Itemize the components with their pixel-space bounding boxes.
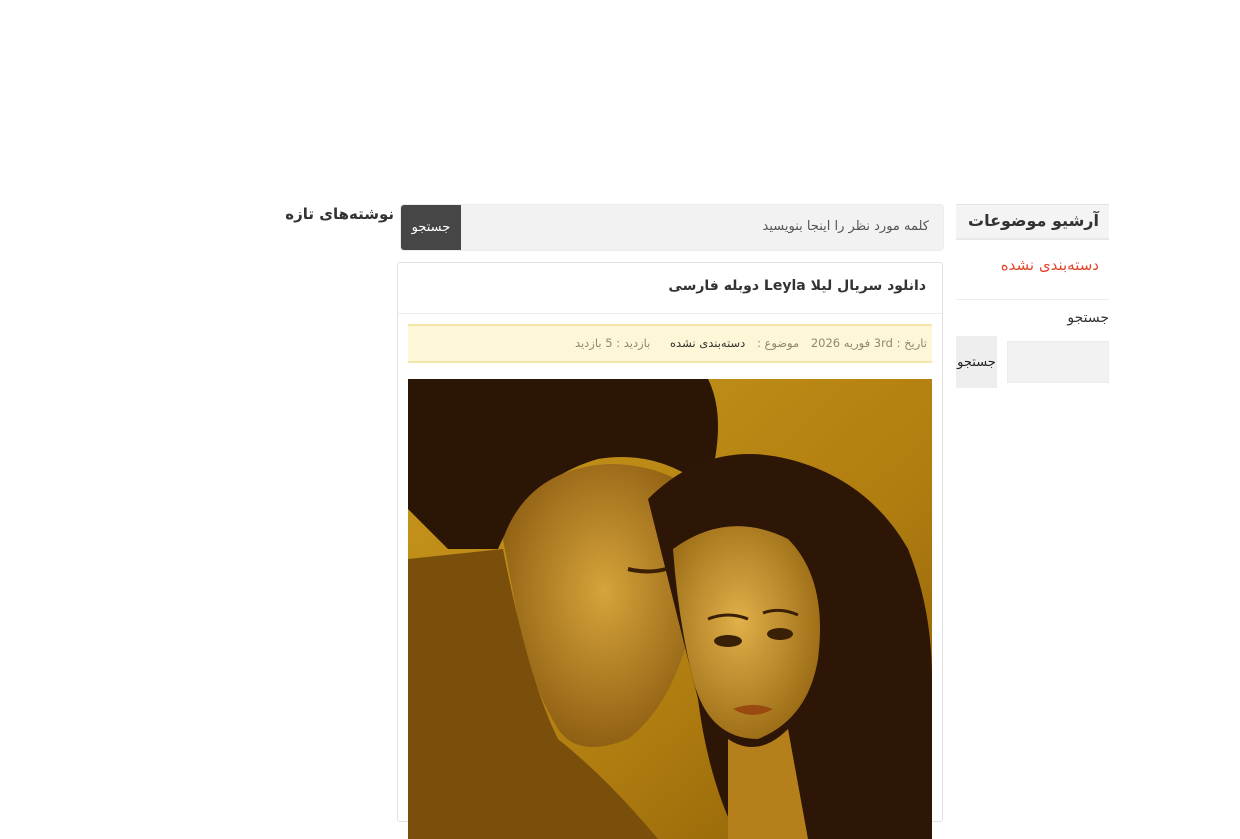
search-input[interactable]: کلمه مورد نظر را اینجا بنویسید: [763, 219, 929, 234]
sidebar: آرشیو موضوعات دسته‌بندی نشده جستجو جستجو: [956, 204, 1109, 393]
post-date: تاریخ : 3rd فوریه 2026: [810, 336, 927, 350]
search-bar: جستجو کلمه مورد نظر را اینجا بنویسید: [400, 204, 944, 251]
sidebar-search-label: جستجو: [1067, 310, 1109, 326]
post-views: بازدید : 5 بازدید: [574, 336, 651, 350]
post-image[interactable]: [408, 379, 932, 839]
recent-posts-title: نوشته‌های تازه: [285, 205, 394, 223]
post-category-link[interactable]: دسته‌بندی نشده: [670, 336, 745, 350]
post-category-label: موضوع :: [756, 336, 800, 350]
category-link-uncategorized[interactable]: دسته‌بندی نشده: [956, 240, 1109, 300]
post-title[interactable]: دانلود سریال لیلا Leyla دوبله فارسی: [398, 263, 942, 314]
sidebar-search-form: جستجو: [956, 333, 1109, 393]
sidebar-search-button[interactable]: جستجو: [956, 336, 997, 388]
sidebar-search-input[interactable]: [1007, 341, 1109, 383]
post-category: موضوع : دسته‌بندی نشده: [662, 336, 799, 350]
poster-illustration: [408, 379, 932, 839]
search-button[interactable]: جستجو: [401, 205, 461, 250]
post-card: دانلود سریال لیلا Leyla دوبله فارسی تاری…: [397, 262, 943, 839]
archive-title: آرشیو موضوعات: [956, 204, 1109, 240]
post-meta: تاریخ : 3rd فوریه 2026 موضوع : دسته‌بندی…: [408, 324, 932, 363]
